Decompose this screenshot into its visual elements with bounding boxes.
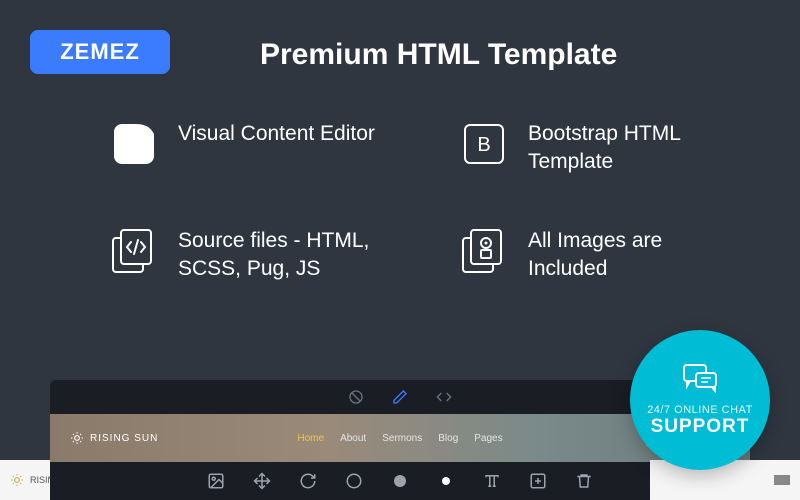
novi-icon (110, 120, 158, 168)
move-tool-icon[interactable] (252, 471, 272, 491)
feature-label: Source files - HTML, SCSS, Pug, JS (178, 227, 390, 284)
editor-tools-toolbar (50, 462, 750, 500)
delete-tool-icon[interactable] (574, 471, 594, 491)
chat-icon (682, 363, 718, 398)
feature-bootstrap: B Bootstrap HTML Template (460, 120, 740, 177)
nav-item[interactable]: Sermons (382, 433, 422, 444)
source-files-icon (110, 227, 158, 275)
refresh-tool-icon[interactable] (298, 471, 318, 491)
circle-fill-icon[interactable] (390, 471, 410, 491)
brand-logo: ZEMEZ (30, 30, 170, 74)
preview-brand-text: RISING SUN (90, 433, 158, 444)
features-grid: Visual Content Editor B Bootstrap HTML T… (110, 120, 740, 283)
disable-icon[interactable] (348, 389, 364, 405)
dot-icon[interactable] (436, 471, 456, 491)
images-icon (460, 227, 508, 275)
support-badge[interactable]: 24/7 ONLINE CHAT SUPPORT (630, 330, 770, 470)
text-tool-icon[interactable] (482, 471, 502, 491)
bootstrap-icon: B (460, 120, 508, 168)
edit-icon[interactable] (392, 389, 408, 405)
circle-outline-icon[interactable] (344, 471, 364, 491)
nav-item[interactable]: About (340, 433, 366, 444)
feature-label: Bootstrap HTML Template (528, 120, 740, 177)
preview-sidebar-right (650, 460, 800, 500)
support-subtitle: 24/7 ONLINE CHAT (647, 404, 753, 416)
preview-brand: RISING SUN (70, 431, 158, 445)
feature-label: Visual Content Editor (178, 120, 375, 148)
support-title: SUPPORT (651, 416, 750, 438)
nav-item[interactable]: Pages (474, 433, 502, 444)
add-tool-icon[interactable] (528, 471, 548, 491)
feature-images: All Images are Included (460, 227, 740, 284)
page-title: Premium HTML Template (260, 38, 617, 72)
feature-label: All Images are Included (528, 227, 740, 284)
image-tool-icon[interactable] (206, 471, 226, 491)
nav-item[interactable]: Blog (438, 433, 458, 444)
feature-source-files: Source files - HTML, SCSS, Pug, JS (110, 227, 390, 284)
nav-item[interactable]: Home (297, 433, 324, 444)
thumbnail-icon (774, 475, 790, 485)
feature-visual-editor: Visual Content Editor (110, 120, 390, 177)
sun-icon (70, 431, 84, 445)
code-icon[interactable] (436, 389, 452, 405)
svg-text:B: B (477, 134, 490, 156)
preview-nav: Home About Sermons Blog Pages (297, 433, 502, 444)
